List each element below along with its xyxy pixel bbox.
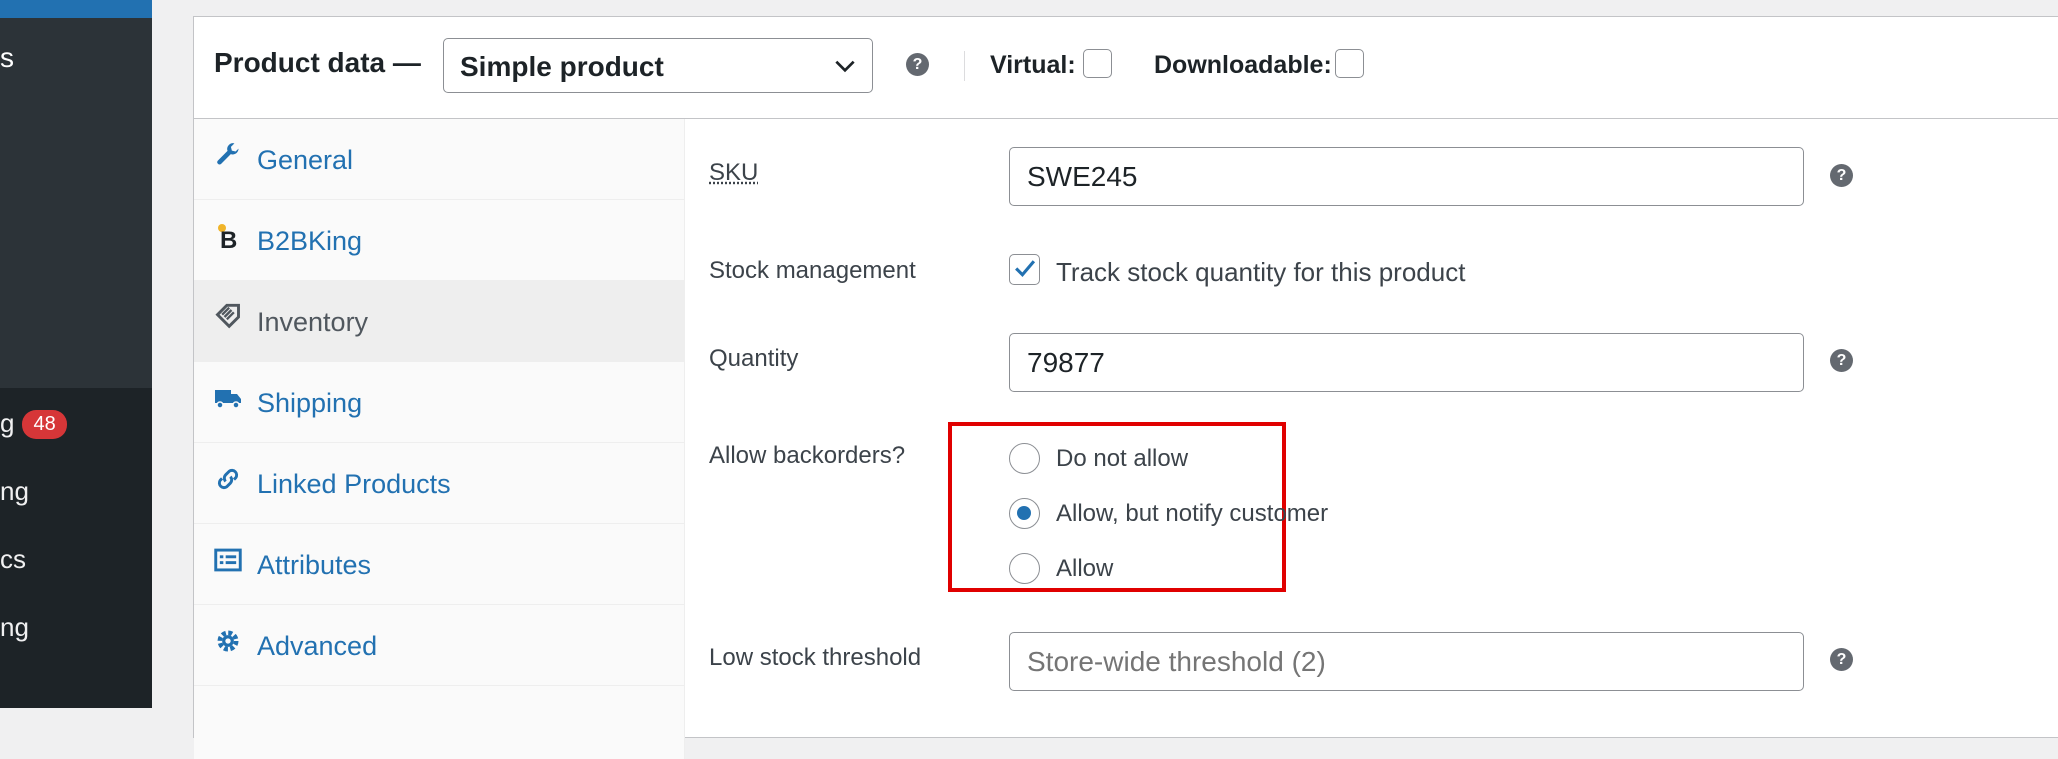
- notification-badge: 48: [22, 410, 66, 439]
- downloadable-checkbox[interactable]: [1335, 49, 1364, 78]
- product-type-value: Simple product: [460, 51, 664, 82]
- radio-label: Allow: [1056, 555, 1113, 583]
- tab-label: Shipping: [257, 388, 362, 419]
- product-data-header: Product data — Simple product ? Virtual:…: [194, 17, 2058, 119]
- radio-label: Allow, but notify customer: [1056, 500, 1328, 528]
- product-data-tabs: General B B2BKing Inventory Shipping Lin…: [194, 119, 685, 759]
- backorder-radio-allow-notify[interactable]: [1009, 498, 1040, 529]
- sidebar-active-indicator: [0, 0, 152, 18]
- list-icon: [214, 546, 242, 574]
- tab-advanced[interactable]: Advanced: [194, 605, 684, 686]
- backorders-label: Allow backorders?: [709, 442, 905, 470]
- virtual-checkbox[interactable]: [1083, 49, 1112, 78]
- svg-text:B: B: [220, 227, 237, 250]
- tab-general[interactable]: General: [194, 119, 684, 200]
- link-icon: [214, 465, 242, 493]
- product-data-panel: Product data — Simple product ? Virtual:…: [193, 16, 2058, 738]
- help-icon[interactable]: ?: [1830, 164, 1853, 187]
- gear-icon: [214, 627, 242, 655]
- tab-b2bking[interactable]: B B2BKing: [194, 200, 684, 281]
- help-icon[interactable]: ?: [1830, 349, 1853, 372]
- stock-management-label: Stock management: [709, 257, 916, 285]
- tab-label: Linked Products: [257, 469, 451, 500]
- truck-icon: [214, 384, 242, 412]
- sidebar-item-label: g: [0, 408, 14, 438]
- tab-shipping[interactable]: Shipping: [194, 362, 684, 443]
- tab-label: B2BKing: [257, 226, 362, 257]
- track-stock-checkbox[interactable]: [1009, 254, 1040, 285]
- sidebar-lower-menu: g 48 ng cs ng: [0, 388, 152, 708]
- sku-label: SKU: [709, 159, 758, 187]
- tab-label: Attributes: [257, 550, 371, 581]
- tab-inventory[interactable]: Inventory: [194, 281, 684, 362]
- admin-sidebar: s g 48 ng cs ng: [0, 0, 152, 708]
- quantity-input[interactable]: 79877: [1009, 333, 1804, 392]
- low-stock-label: Low stock threshold: [709, 644, 921, 672]
- checkmark-icon: [1012, 256, 1037, 281]
- tag-icon: [214, 303, 242, 331]
- wrench-icon: [214, 141, 242, 169]
- chevron-down-icon: [832, 53, 858, 79]
- sidebar-item-analytics[interactable]: cs: [0, 544, 26, 575]
- sidebar-item-marketing-2[interactable]: ng: [0, 612, 29, 643]
- b2bking-logo-icon: B: [214, 222, 242, 250]
- sidebar-item-orders[interactable]: g 48: [0, 408, 67, 439]
- tab-label: Advanced: [257, 631, 377, 662]
- sku-input[interactable]: SWE245: [1009, 147, 1804, 206]
- help-icon[interactable]: ?: [1830, 648, 1853, 671]
- low-stock-input[interactable]: Store-wide threshold (2): [1009, 632, 1804, 691]
- tab-label: General: [257, 145, 353, 176]
- product-type-select[interactable]: Simple product: [443, 38, 873, 93]
- help-icon[interactable]: ?: [906, 53, 929, 76]
- virtual-label: Virtual:: [990, 51, 1076, 80]
- backorder-radio-allow[interactable]: [1009, 553, 1040, 584]
- tab-attributes[interactable]: Attributes: [194, 524, 684, 605]
- tab-linked-products[interactable]: Linked Products: [194, 443, 684, 524]
- tab-label: Inventory: [257, 307, 368, 338]
- radio-label: Do not allow: [1056, 445, 1188, 473]
- quantity-label: Quantity: [709, 345, 798, 373]
- sidebar-item-products[interactable]: s: [0, 42, 14, 74]
- downloadable-label: Downloadable:: [1154, 51, 1332, 80]
- sidebar-item-marketing[interactable]: ng: [0, 476, 29, 507]
- header-divider: [964, 51, 965, 81]
- track-stock-label: Track stock quantity for this product: [1056, 257, 1465, 288]
- panel-title: Product data —: [214, 47, 421, 79]
- backorder-radio-do-not-allow[interactable]: [1009, 443, 1040, 474]
